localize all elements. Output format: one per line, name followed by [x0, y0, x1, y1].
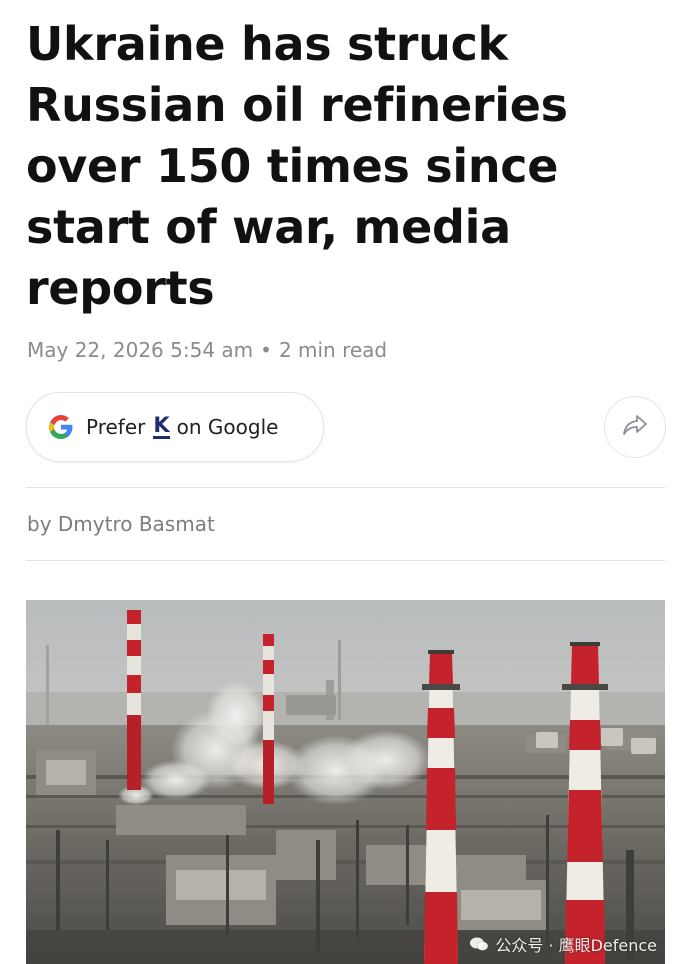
- article-headline: Ukraine has struck Russian oil refinerie…: [26, 17, 568, 315]
- share-button[interactable]: [604, 396, 666, 458]
- divider-top: [26, 487, 665, 488]
- author-byline: by Dmytro Basmat: [27, 512, 215, 536]
- publish-date: May 22, 2026 5:54 am: [27, 338, 254, 362]
- read-time: 2 min read: [278, 338, 388, 362]
- article-hero-image: 公众号 · 鹰眼Defence: [26, 600, 665, 964]
- meta-separator: •: [260, 338, 272, 362]
- share-arrow-icon: [622, 414, 648, 440]
- brand-k-logo: K: [153, 413, 170, 439]
- prefer-on-google-button[interactable]: Prefer K on Google: [26, 392, 324, 462]
- image-watermark: 公众号 · 鹰眼Defence: [469, 932, 657, 956]
- divider-bottom: [26, 560, 665, 561]
- prefer-suffix: on Google: [176, 415, 279, 439]
- watermark-text: 公众号 · 鹰眼Defence: [495, 936, 657, 955]
- refinery-photo: [26, 600, 665, 964]
- google-g-icon: [48, 414, 74, 440]
- article-meta: May 22, 2026 5:54 am • 2 min read: [27, 338, 387, 362]
- wechat-icon: [469, 936, 489, 952]
- prefer-prefix: Prefer: [86, 415, 146, 439]
- prefer-label: Prefer K on Google: [86, 415, 278, 439]
